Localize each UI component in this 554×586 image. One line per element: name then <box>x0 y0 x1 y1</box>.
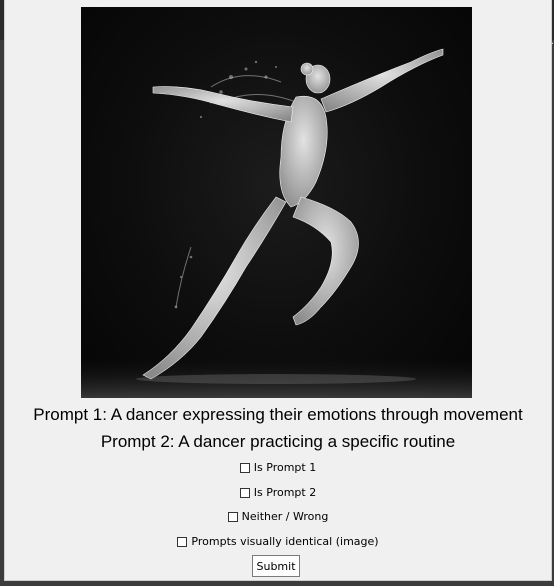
neither-checkbox[interactable] <box>227 512 238 522</box>
is-prompt-1-checkbox[interactable] <box>239 463 250 473</box>
submit-button[interactable]: Submit <box>252 555 300 577</box>
prompt-2-text: Prompt 2: A dancer practicing a specific… <box>100 432 456 451</box>
is-prompt-2-checkbox[interactable] <box>239 488 250 498</box>
prompt-1-text: Prompt 1: A dancer expressing their emot… <box>33 405 523 424</box>
is-prompt-1-option[interactable]: Is Prompt 1 <box>5 461 551 474</box>
is-prompt-2-label: Is Prompt 2 <box>253 486 317 499</box>
identical-option[interactable]: Prompts visually identical (image) <box>5 535 551 548</box>
dancer-photo-graphic <box>81 48 472 398</box>
identical-label: Prompts visually identical (image) <box>191 535 379 548</box>
is-prompt-1-label: Is Prompt 1 <box>253 461 317 474</box>
neither-label: Neither / Wrong <box>241 510 329 523</box>
comparison-dialog: Prompt 1: A dancer expressing their emot… <box>4 0 552 581</box>
neither-option[interactable]: Neither / Wrong <box>5 510 551 523</box>
dancer-image <box>81 7 472 398</box>
identical-checkbox[interactable] <box>177 537 188 547</box>
is-prompt-2-option[interactable]: Is Prompt 2 <box>5 486 551 499</box>
